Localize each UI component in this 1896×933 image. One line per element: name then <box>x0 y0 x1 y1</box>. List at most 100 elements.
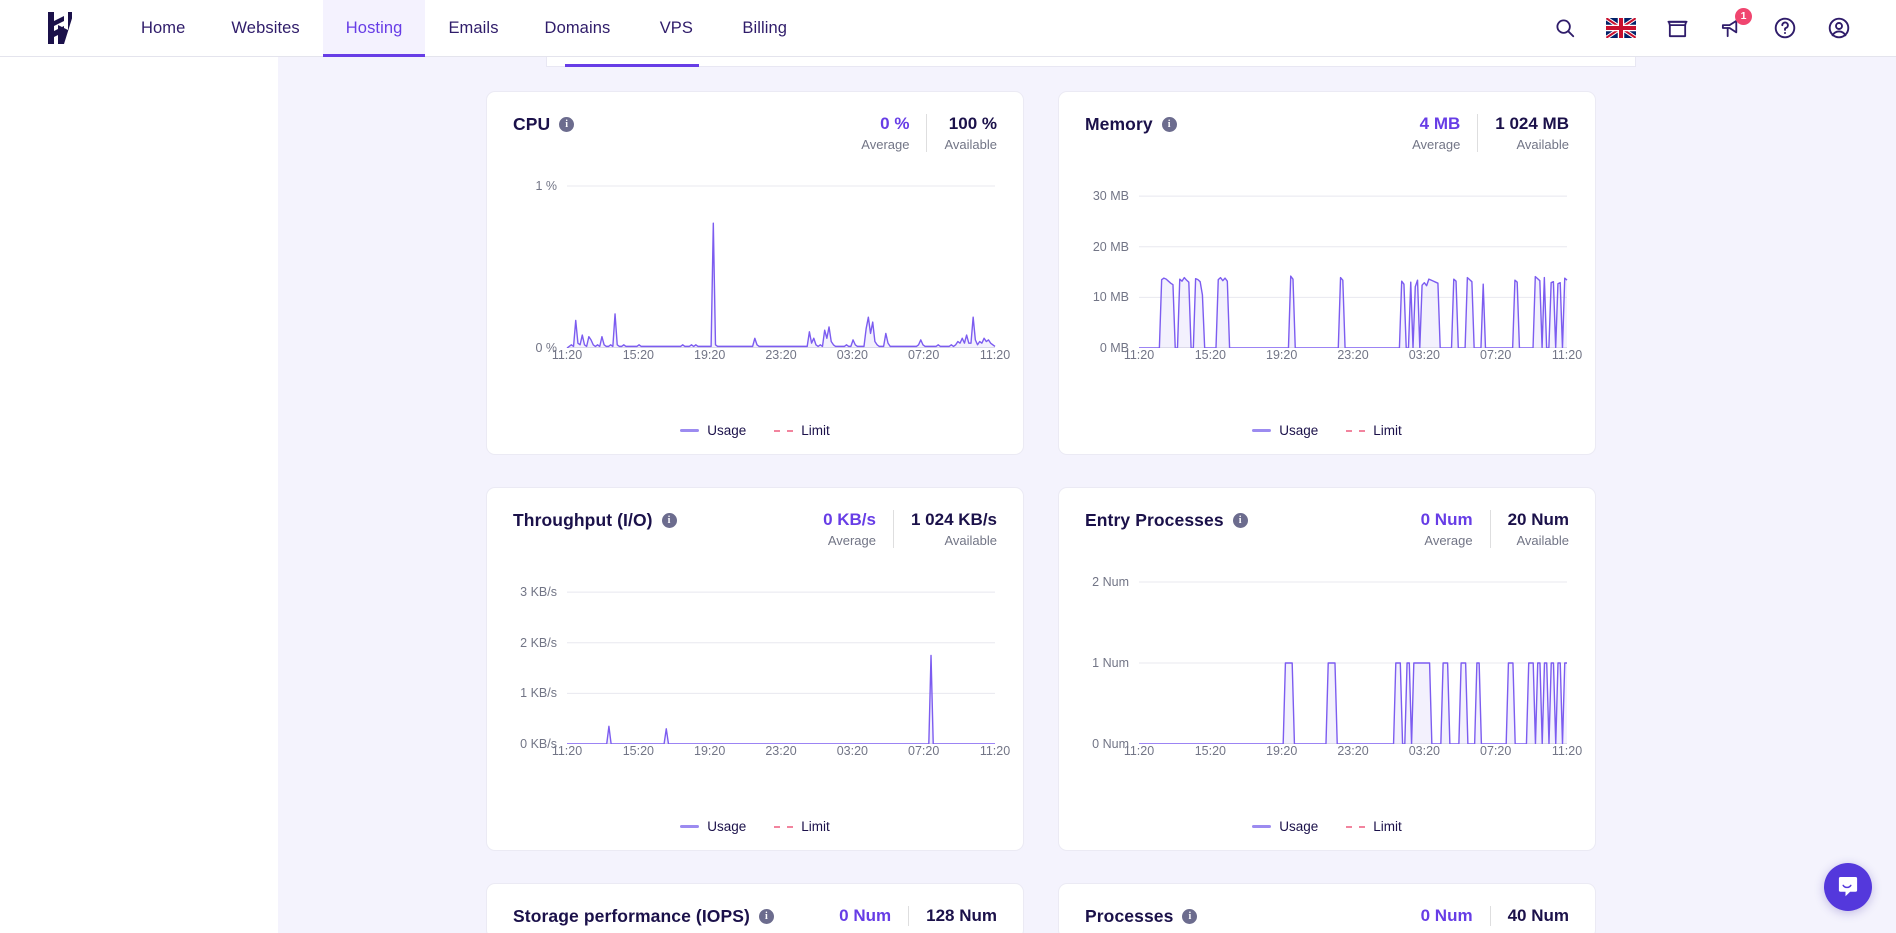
stat-available-value: 40 Num <box>1508 906 1569 926</box>
resource-tabs-strip[interactable] <box>546 57 1636 67</box>
y-axis-tick-label: 3 KB/s <box>513 585 557 599</box>
stat-average-value: 0 Num <box>1421 906 1473 926</box>
info-icon[interactable]: i <box>1162 117 1177 132</box>
help-circle-icon[interactable] <box>1772 15 1798 41</box>
x-axis-tick-label: 11:20 <box>552 348 582 362</box>
stat-available-value: 100 % <box>944 114 997 134</box>
stat-average: 0 Num <box>822 906 908 926</box>
search-icon[interactable] <box>1552 15 1578 41</box>
stat-available-label: Available <box>911 533 997 548</box>
x-axis-tick-label: 15:20 <box>1195 744 1226 758</box>
card-header: Memory i 4 MB Average 1 024 MB Available <box>1085 114 1569 158</box>
stat-available: 1 024 MB Available <box>1477 114 1569 152</box>
megaphone-icon[interactable]: 1 <box>1718 15 1744 41</box>
page-body: CPU i 0 % Average 100 % Available <box>0 57 1896 933</box>
nav-link-home[interactable]: Home <box>118 0 208 57</box>
user-circle-icon[interactable] <box>1826 15 1852 41</box>
legend-item-limit[interactable]: Limit <box>1346 819 1402 834</box>
stat-available: 20 Num Available <box>1490 510 1569 548</box>
usage-line-swatch <box>680 429 699 432</box>
chart-throughput[interactable]: 0 KB/s1 KB/s2 KB/s3 KB/s11:2015:2019:202… <box>513 576 997 788</box>
stat-available-value: 128 Num <box>926 906 997 926</box>
x-axis-tick-label: 11:20 <box>552 744 582 758</box>
legend-item-usage[interactable]: Usage <box>1252 819 1318 834</box>
x-axis-tick-label: 11:20 <box>1552 348 1582 362</box>
stat-available-label: Available <box>944 137 997 152</box>
intercom-chat-launcher[interactable] <box>1824 863 1872 911</box>
x-axis: 11:2015:2019:2023:2003:2007:2011:20 <box>513 348 997 364</box>
x-axis-tick-label: 23:20 <box>1337 348 1368 362</box>
info-icon[interactable]: i <box>559 117 574 132</box>
chart-memory[interactable]: 0 MB10 MB20 MB30 MB11:2015:2019:2023:200… <box>1085 180 1569 392</box>
stat-available: 128 Num <box>908 906 997 926</box>
usage-line-swatch <box>1252 429 1271 432</box>
legend-label-usage: Usage <box>707 819 746 834</box>
nav-link-hosting[interactable]: Hosting <box>323 0 426 57</box>
card-header: CPU i 0 % Average 100 % Available <box>513 114 997 158</box>
x-axis-tick-label: 07:20 <box>908 744 939 758</box>
y-axis-tick-label: 1 KB/s <box>513 686 557 700</box>
primary-nav-links: Home Websites Hosting Emails Domains VPS… <box>118 0 810 57</box>
stat-available: 1 024 KB/s Available <box>893 510 997 548</box>
x-axis-tick-label: 07:20 <box>1480 348 1511 362</box>
legend-item-limit[interactable]: Limit <box>774 423 830 438</box>
legend-item-usage[interactable]: Usage <box>1252 423 1318 438</box>
stat-available: 40 Num <box>1490 906 1569 926</box>
info-icon[interactable]: i <box>1233 513 1248 528</box>
chart-cpu[interactable]: 0 %1 %11:2015:2019:2023:2003:2007:2011:2… <box>513 180 997 392</box>
card-title-text: Entry Processes <box>1085 510 1224 531</box>
card-stats: 4 MB Average 1 024 MB Available <box>1395 114 1569 152</box>
stat-average: 4 MB Average <box>1395 114 1477 152</box>
usage-line-swatch <box>1252 825 1271 828</box>
resource-card-processes: Processes i 0 Num 40 Num <box>1058 883 1596 933</box>
nav-link-domains[interactable]: Domains <box>522 0 634 57</box>
stat-average-value: 0 Num <box>839 906 891 926</box>
stat-average-label: Average <box>1421 533 1473 548</box>
y-axis-tick-label: 1 % <box>513 179 557 193</box>
stat-available-value: 1 024 MB <box>1495 114 1569 134</box>
x-axis: 11:2015:2019:2023:2003:2007:2011:20 <box>513 744 997 760</box>
x-axis-tick-label: 03:20 <box>1409 744 1440 758</box>
stat-average-label: Average <box>861 137 909 152</box>
store-icon[interactable] <box>1664 15 1690 41</box>
nav-link-emails[interactable]: Emails <box>425 0 521 57</box>
info-icon[interactable]: i <box>759 909 774 924</box>
nav-link-websites[interactable]: Websites <box>208 0 322 57</box>
x-axis-tick-label: 23:20 <box>1337 744 1368 758</box>
x-axis-tick-label: 11:20 <box>1124 348 1154 362</box>
card-header: Entry Processes i 0 Num Average 20 Num A… <box>1085 510 1569 554</box>
y-axis-tick-label: 2 Num <box>1085 575 1129 589</box>
legend-label-usage: Usage <box>707 423 746 438</box>
stat-available-label: Available <box>1495 137 1569 152</box>
legend-item-usage[interactable]: Usage <box>680 423 746 438</box>
x-axis-tick-label: 11:20 <box>980 744 1010 758</box>
info-icon[interactable]: i <box>662 513 677 528</box>
active-tab-indicator <box>565 64 699 67</box>
nav-link-vps[interactable]: VPS <box>633 0 719 57</box>
info-icon[interactable]: i <box>1182 909 1197 924</box>
nav-action-icons: 1 <box>1552 0 1896 56</box>
stat-available-label: Available <box>1508 533 1569 548</box>
x-axis-tick-label: 11:20 <box>1552 744 1582 758</box>
legend-item-limit[interactable]: Limit <box>774 819 830 834</box>
x-axis-tick-label: 03:20 <box>837 744 868 758</box>
nav-link-billing[interactable]: Billing <box>719 0 810 57</box>
resource-card-memory: Memory i 4 MB Average 1 024 MB Available <box>1058 91 1596 455</box>
x-axis: 11:2015:2019:2023:2003:2007:2011:20 <box>1085 744 1569 760</box>
limit-line-swatch <box>774 826 793 828</box>
x-axis-tick-label: 23:20 <box>765 348 796 362</box>
legend-item-limit[interactable]: Limit <box>1346 423 1402 438</box>
chart-entry-processes[interactable]: 0 Num1 Num2 Num11:2015:2019:2023:2003:20… <box>1085 576 1569 788</box>
y-axis-tick-label: 1 Num <box>1085 656 1129 670</box>
limit-line-swatch <box>774 430 793 432</box>
top-navigation-bar: Home Websites Hosting Emails Domains VPS… <box>0 0 1896 57</box>
notification-badge: 1 <box>1735 8 1752 25</box>
x-axis-tick-label: 11:20 <box>980 348 1010 362</box>
hostinger-logo[interactable] <box>0 0 118 56</box>
uk-flag-icon[interactable] <box>1606 18 1636 38</box>
legend-label-limit: Limit <box>801 423 830 438</box>
card-stats: 0 Num Average 20 Num Available <box>1404 510 1569 548</box>
stat-average-value: 0 Num <box>1421 510 1473 530</box>
legend-item-usage[interactable]: Usage <box>680 819 746 834</box>
x-axis-tick-label: 19:20 <box>694 348 725 362</box>
